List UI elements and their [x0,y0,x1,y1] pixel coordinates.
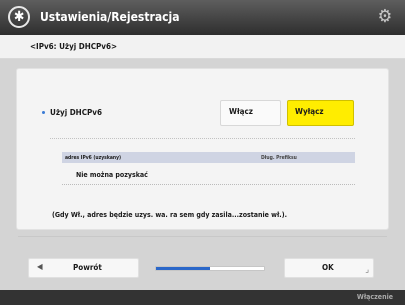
ok-button[interactable]: OK ⌟ [284,258,374,278]
back-label: Powrót [73,263,102,272]
page-title: Ustawienia/Rejestracja [40,10,180,24]
progress-fill [156,267,210,270]
enable-button[interactable]: Włącz [220,100,281,126]
settings-gear-icon[interactable]: ⚙ [375,7,395,27]
breadcrumb-label: <IPv6: Użyj DHCPv6> [30,42,118,51]
divider [18,236,387,237]
divider [50,138,355,139]
bullet-icon [42,110,45,114]
ok-label: OK [322,263,334,272]
option-label: Użyj DHCPv6 [50,107,102,117]
info-note: (Gdy Wł., adres będzie uzys. wa. ra sem … [52,211,287,219]
status-bar: Włączenie [0,290,405,305]
table-row: Nie można pozyskać [62,163,355,185]
corner-mark-icon: ⌟ [365,265,369,275]
status-text: Włączenie [356,293,393,301]
option-row: Użyj DHCPv6 [42,107,102,117]
triangle-left-icon: ◀ [37,262,43,271]
table-header: adres IPv6 (uzyskany) Dług. Prefiksu [62,152,355,163]
title-bar: ✱ Ustawienia/Rejestracja ⚙ [0,0,405,35]
progress-bar [155,266,265,271]
disable-button[interactable]: Wyłącz [287,100,354,126]
column-address: adres IPv6 (uzyskany) [65,154,122,161]
settings-panel [16,68,389,230]
asterisk-circle-icon: ✱ [8,6,30,28]
row-status-text: Nie można pozyskać [76,171,148,179]
breadcrumb: <IPv6: Użyj DHCPv6> [0,35,405,59]
column-prefix-length: Dług. Prefiksu [261,154,297,161]
back-button[interactable]: ◀ Powrót [28,258,139,278]
